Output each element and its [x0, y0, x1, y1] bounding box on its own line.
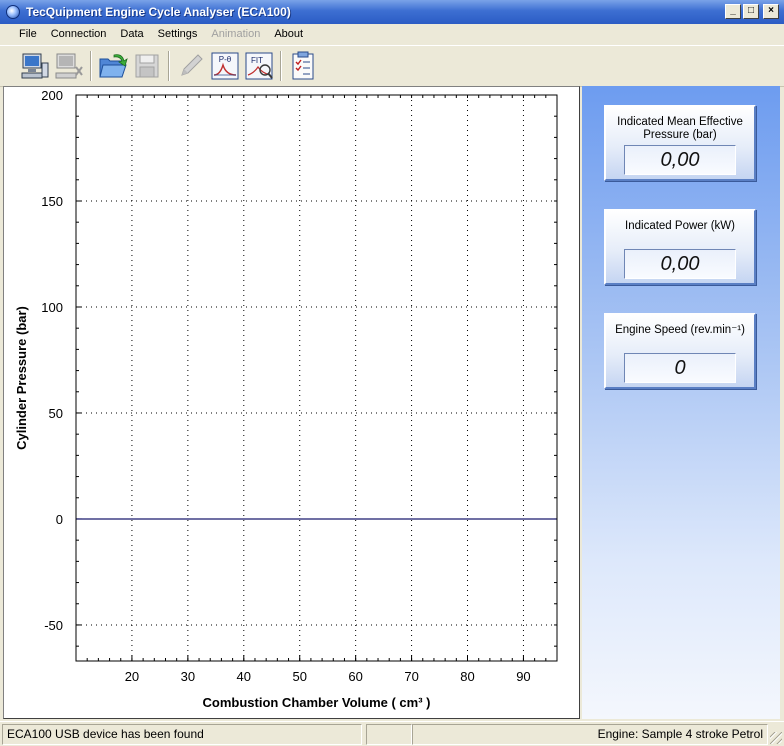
pv-plot[interactable]: 20 30 40 50 60 70 80 90 200 150 100 50 0 -50 Combusti… [3, 86, 580, 719]
y-tick-label: -50 [44, 618, 63, 633]
menu-connection[interactable]: Connection [44, 24, 114, 45]
y-tick-label: 100 [41, 300, 63, 315]
y-tick-label: 200 [41, 88, 63, 103]
open-button[interactable] [96, 49, 130, 83]
x-tick-label: 70 [404, 669, 418, 684]
x-tick-label: 80 [460, 669, 474, 684]
x-tick-label: 20 [125, 669, 139, 684]
p-theta-label: P-θ [219, 55, 232, 64]
x-tick-label: 30 [181, 669, 195, 684]
y-axis-label: Cylinder Pressure (bar) [14, 306, 29, 450]
x-tick-label: 40 [237, 669, 251, 684]
x-tick-label: 60 [348, 669, 362, 684]
connect-button[interactable] [18, 49, 52, 83]
engine-speed-label: Engine Speed (rev.min⁻¹) [615, 324, 745, 336]
indicated-power-readout: Indicated Power (kW) 0,00 [604, 209, 756, 285]
disconnect-button[interactable] [52, 49, 86, 83]
window-title: TecQuipment Engine Cycle Analyser (ECA10… [26, 5, 291, 19]
fit-button[interactable]: FIT [242, 49, 276, 83]
maximize-button[interactable]: □ [743, 4, 759, 19]
open-folder-icon [99, 54, 128, 78]
chart-grid [76, 94, 557, 661]
plot-area-border [75, 94, 558, 662]
pv-chart-svg: 20 30 40 50 60 70 80 90 200 150 100 50 0 -50 Combusti… [14, 88, 558, 710]
toolbar-separator [90, 51, 92, 81]
save-disk-icon [135, 54, 159, 78]
x-tick-label: 50 [292, 669, 306, 684]
connect-computer-icon [21, 53, 49, 79]
toolbar-separator [280, 51, 282, 81]
menu-settings[interactable]: Settings [151, 24, 205, 45]
y-tick-label: 150 [41, 194, 63, 209]
y-tick-label: 50 [49, 406, 63, 421]
title-bar[interactable]: TecQuipment Engine Cycle Analyser (ECA10… [0, 0, 784, 24]
edit-button[interactable] [174, 49, 208, 83]
resize-grip[interactable] [770, 732, 782, 744]
window-controls: _ □ × [725, 4, 779, 19]
pencil-icon [181, 54, 203, 76]
status-message: ECA100 USB device has been found [2, 724, 362, 745]
readout-panel: Indicated Mean Effective Pressure (bar) … [582, 86, 780, 719]
p-theta-plot-icon: P-θ [211, 52, 239, 80]
toolbar-separator [168, 51, 170, 81]
menu-bar: File Connection Data Settings Animation … [0, 24, 784, 45]
menu-about[interactable]: About [267, 24, 310, 45]
status-bar: ECA100 USB device has been found Engine:… [0, 721, 784, 746]
close-button[interactable]: × [763, 4, 779, 19]
imep-value: 0,00 [624, 145, 736, 175]
engine-speed-readout: Engine Speed (rev.min⁻¹) 0 [604, 313, 756, 389]
report-button[interactable] [286, 49, 320, 83]
menu-data[interactable]: Data [113, 24, 150, 45]
x-axis-label: Combustion Chamber Volume ( cm³ ) [203, 695, 431, 710]
toolbar: P-θ FIT [0, 45, 784, 87]
imep-label: Indicated Mean Effective Pressure (bar) [617, 116, 743, 141]
x-tick-label: 90 [516, 669, 530, 684]
indicated-power-value: 0,00 [624, 249, 736, 279]
menu-animation[interactable]: Animation [204, 24, 267, 45]
fit-label: FIT [251, 56, 263, 65]
app-icon[interactable] [6, 5, 20, 19]
menu-file[interactable]: File [12, 24, 44, 45]
save-button[interactable] [130, 49, 164, 83]
p-theta-button[interactable]: P-θ [208, 49, 242, 83]
imep-readout: Indicated Mean Effective Pressure (bar) … [604, 105, 756, 181]
status-engine: Engine: Sample 4 stroke Petrol [412, 724, 768, 745]
status-middle [366, 724, 412, 745]
minimize-button[interactable]: _ [725, 4, 741, 19]
report-checklist-icon [292, 51, 314, 80]
engine-speed-value: 0 [624, 353, 736, 383]
indicated-power-label: Indicated Power (kW) [625, 220, 735, 232]
y-tick-label: 0 [56, 512, 63, 527]
chart-ticks: 20 30 40 50 60 70 80 90 200 150 100 50 0 -50 [41, 88, 558, 684]
fit-plot-icon: FIT [245, 52, 273, 80]
disconnect-computer-icon [55, 53, 83, 79]
